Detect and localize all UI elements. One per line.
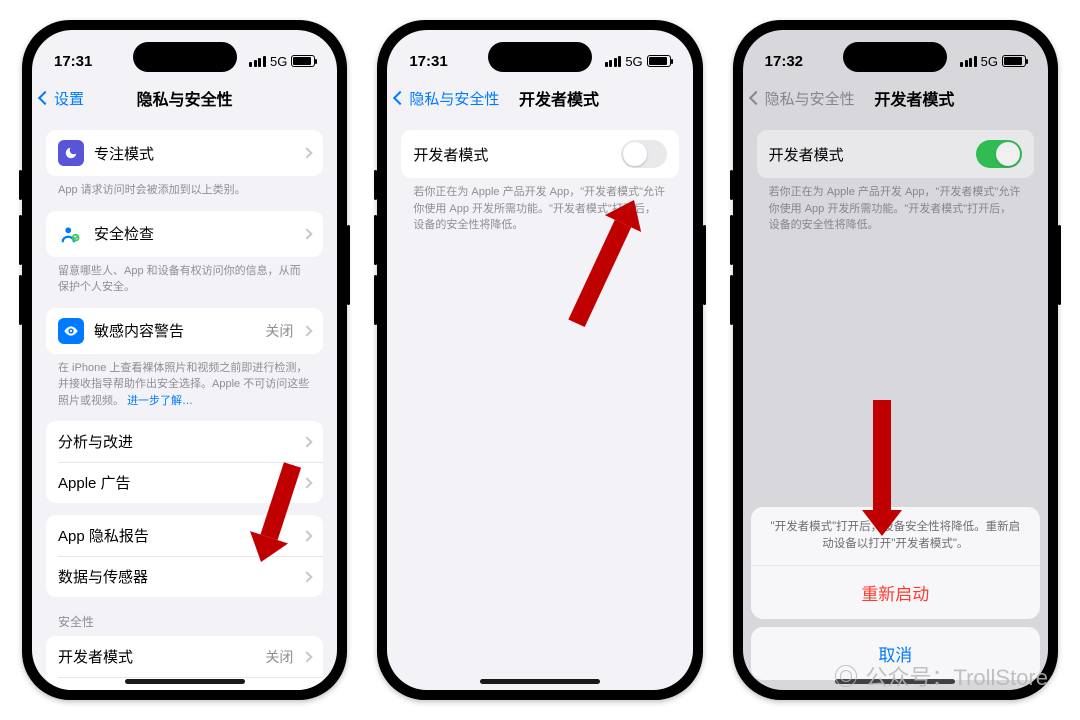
chevron-left-icon [393,91,407,105]
row-developer-mode[interactable]: 开发者模式 关闭 [46,636,323,677]
dynamic-island [488,42,592,72]
row-dev-mode-toggle[interactable]: 开发者模式 [401,130,678,178]
chevron-right-icon [302,228,313,239]
chevron-right-icon [302,571,313,582]
network-label: 5G [270,54,287,69]
dynamic-island [843,42,947,72]
wechat-icon [835,665,857,687]
home-indicator [480,679,600,684]
row-apple-ads[interactable]: Apple 广告 [46,462,323,503]
chevron-right-icon [302,325,313,336]
footer-sensitive: 在 iPhone 上查看裸体照片和视频之前即进行检测，并接收指导帮助作出安全选择… [46,354,323,410]
chevron-right-icon [302,651,313,662]
signal-icon [249,56,266,67]
home-indicator [125,679,245,684]
restart-button[interactable]: 重新启动 [751,565,1040,619]
nav-bar: 隐私与安全性 开发者模式 [387,78,692,118]
eye-warning-icon [58,318,84,344]
phone-1: 17:31 5G 设置 隐私与安全性 [22,20,347,700]
status-time: 17:31 [54,53,92,70]
phone-3: 17:32 5G 隐私与安全性 开发者模式 开发者模式 [733,20,1058,700]
status-time: 17:31 [409,53,447,70]
footer-safety: 留意哪些人、App 和设备有权访问你的信息，从而保护个人安全。 [46,257,323,296]
battery-icon [647,55,671,67]
row-sensitive-content[interactable]: 敏感内容警告 关闭 [46,308,323,354]
signal-icon [605,56,622,67]
learn-more-link[interactable]: 进一步了解… [127,395,193,407]
action-sheet: "开发者模式"打开后，设备安全性将降低。重新启动设备以打开"开发者模式"。 重新… [751,507,1040,681]
page-title: 隐私与安全性 [137,86,233,110]
chevron-right-icon [302,147,313,158]
chevron-right-icon [302,436,313,447]
moon-icon [58,140,84,166]
network-label: 5G [625,54,642,69]
battery-icon [291,55,315,67]
dynamic-island [133,42,237,72]
row-focus-mode[interactable]: 专注模式 [46,130,323,176]
toggle-developer-mode[interactable] [621,140,667,168]
nav-bar: 设置 隐私与安全性 [32,78,337,118]
back-button[interactable]: 设置 [40,78,84,118]
chevron-right-icon [302,530,313,541]
phone-2: 17:31 5G 隐私与安全性 开发者模式 开发者模式 [377,20,702,700]
sheet-message: "开发者模式"打开后，设备安全性将降低。重新启动设备以打开"开发者模式"。 [751,507,1040,566]
back-button[interactable]: 隐私与安全性 [395,78,499,118]
footer-dev-mode: 若你正在为 Apple 产品开发 App，"开发者模式"允许你使用 App 开发… [401,178,678,234]
row-safety-check[interactable]: 安全检查 [46,211,323,257]
footer-focus: App 请求访问时会被添加到以上类别。 [46,176,323,199]
chevron-right-icon [302,477,313,488]
row-analytics[interactable]: 分析与改进 [46,421,323,462]
watermark: 公众号：TrollStore [835,660,1048,692]
safety-check-icon [58,221,84,247]
row-app-privacy-report[interactable]: App 隐私报告 [46,515,323,556]
section-header-security: 安全性 [46,597,323,634]
chevron-left-icon [38,91,52,105]
row-sensors[interactable]: 数据与传感器 [46,556,323,597]
